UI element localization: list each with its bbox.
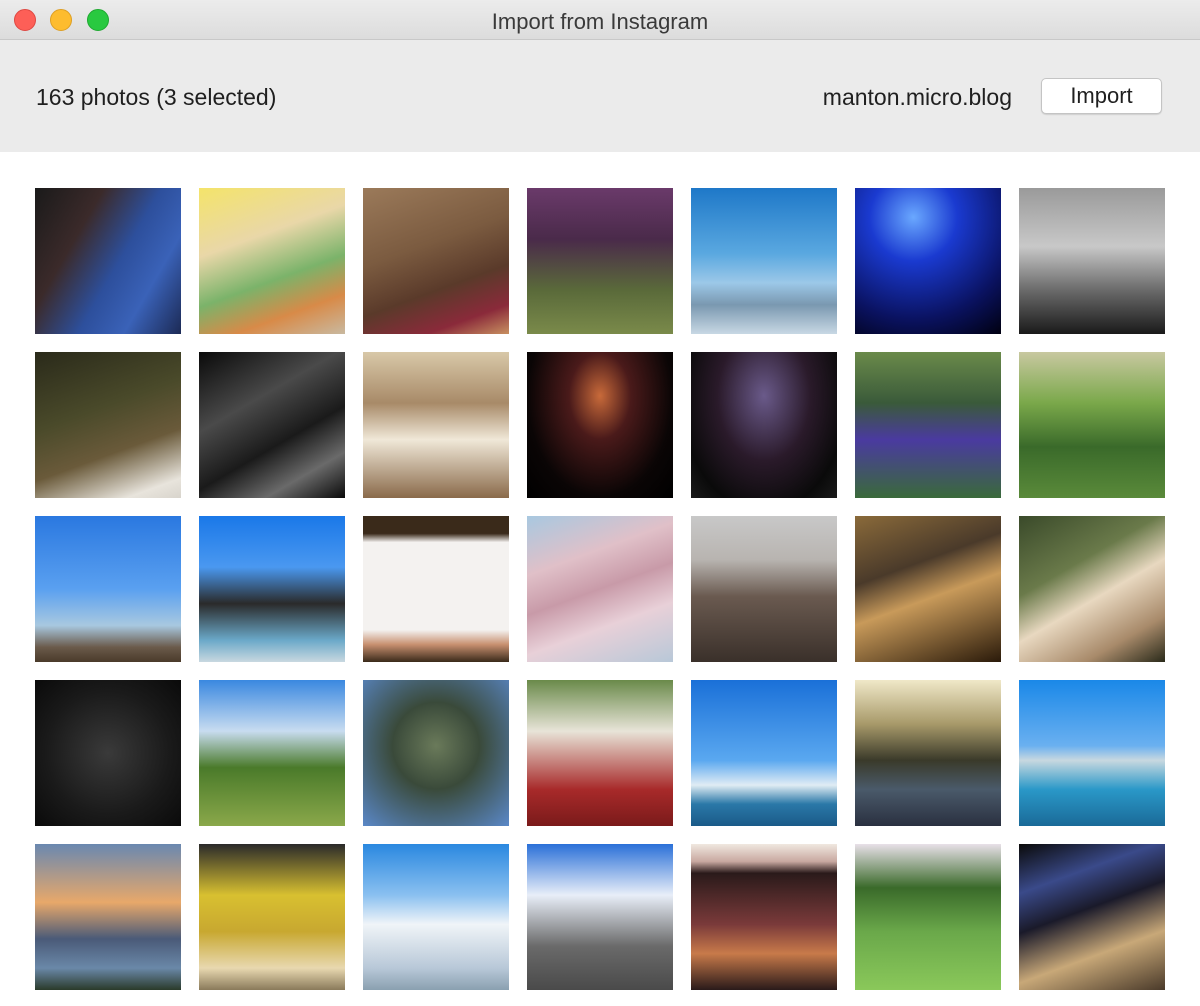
title-bar: Import from Instagram bbox=[0, 0, 1200, 40]
photo-thumbnail[interactable] bbox=[363, 680, 509, 826]
photo-thumbnail[interactable] bbox=[1019, 844, 1165, 990]
photo-thumbnail[interactable] bbox=[855, 352, 1001, 498]
photo-thumbnail[interactable] bbox=[35, 680, 181, 826]
photo-thumbnail[interactable] bbox=[199, 188, 345, 334]
photo-thumbnail[interactable] bbox=[35, 352, 181, 498]
photo-thumbnail[interactable] bbox=[1019, 516, 1165, 662]
photo-thumbnail[interactable] bbox=[527, 188, 673, 334]
photo-thumbnail[interactable] bbox=[855, 844, 1001, 990]
photo-thumbnail[interactable] bbox=[527, 516, 673, 662]
photo-thumbnail[interactable] bbox=[691, 516, 837, 662]
photo-thumbnail[interactable] bbox=[199, 844, 345, 990]
photo-thumbnail[interactable] bbox=[35, 516, 181, 662]
toolbar: 163 photos (3 selected) manton.micro.blo… bbox=[0, 40, 1200, 152]
photo-thumbnail[interactable] bbox=[855, 188, 1001, 334]
photo-thumbnail[interactable] bbox=[363, 188, 509, 334]
photo-thumbnail[interactable] bbox=[527, 680, 673, 826]
photo-thumbnail[interactable] bbox=[363, 844, 509, 990]
photo-thumbnail[interactable] bbox=[855, 680, 1001, 826]
photo-thumbnail[interactable] bbox=[1019, 680, 1165, 826]
photo-thumbnail[interactable] bbox=[855, 516, 1001, 662]
photo-thumbnail[interactable] bbox=[691, 352, 837, 498]
photo-thumbnail[interactable] bbox=[363, 352, 509, 498]
photo-thumbnail[interactable] bbox=[363, 516, 509, 662]
photo-thumbnail[interactable] bbox=[527, 844, 673, 990]
photo-thumbnail[interactable] bbox=[199, 680, 345, 826]
import-window: Import from Instagram 163 photos (3 sele… bbox=[0, 0, 1200, 1006]
photo-thumbnail[interactable] bbox=[1019, 188, 1165, 334]
photo-thumbnail[interactable] bbox=[691, 680, 837, 826]
photo-thumbnail[interactable] bbox=[35, 844, 181, 990]
photo-thumbnail[interactable] bbox=[691, 188, 837, 334]
window-title: Import from Instagram bbox=[491, 9, 709, 34]
photo-thumbnail[interactable] bbox=[199, 352, 345, 498]
photo-thumbnail[interactable] bbox=[691, 844, 837, 990]
photo-count-label: 163 photos (3 selected) bbox=[36, 84, 277, 110]
photo-thumbnail[interactable] bbox=[1019, 352, 1165, 498]
photo-thumbnail[interactable] bbox=[35, 188, 181, 334]
photo-thumbnail[interactable] bbox=[527, 352, 673, 498]
photo-thumbnail[interactable] bbox=[199, 516, 345, 662]
import-button[interactable]: Import bbox=[1041, 78, 1162, 114]
account-name: manton.micro.blog bbox=[822, 84, 1012, 110]
photo-grid bbox=[35, 188, 1175, 1006]
